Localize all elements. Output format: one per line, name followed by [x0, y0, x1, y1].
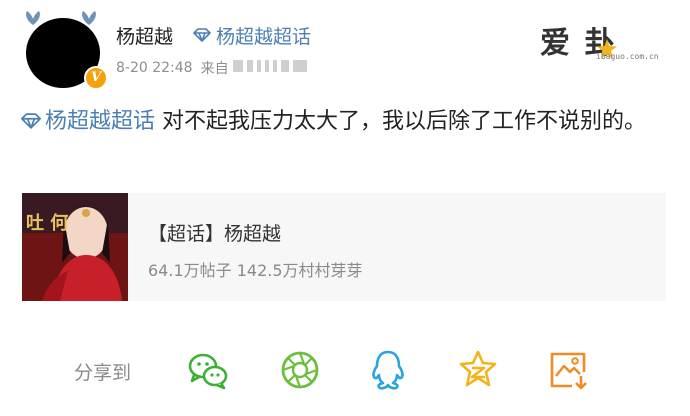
diamond-icon — [21, 113, 41, 129]
post-body: 杨超越超话 对不起我压力太大了，我以后除了工作不说别的。 — [20, 103, 670, 141]
post-meta: 8-20 22:48 来自 — [116, 58, 307, 78]
watermark-logo: 爱 卦 ibaguo.com.cn — [540, 18, 680, 70]
card-title: 【超话】杨超越 — [148, 223, 282, 245]
drama-poster-image: 吐 何 — [22, 193, 128, 301]
card-stats: 64.1万帖子 142.5万村村芽芽 — [148, 261, 363, 280]
avatar-container[interactable]: V — [18, 10, 108, 90]
timestamp: 8-20 22:48 — [116, 60, 193, 76]
super-topic-label: 杨超越超话 — [216, 25, 312, 48]
save-image-icon[interactable] — [546, 348, 590, 392]
moments-icon[interactable] — [278, 348, 322, 392]
source-prefix: 来自 — [200, 61, 229, 77]
source-redacted — [229, 60, 307, 76]
username[interactable]: 杨超越 — [116, 22, 173, 49]
verified-badge-icon: V — [84, 66, 108, 90]
qzone-icon[interactable] — [456, 348, 500, 392]
post-header: 杨超越 杨超越超话 — [116, 20, 311, 50]
super-topic-card[interactable]: 吐 何 【超话】杨超越 64.1万帖子 142.5万村村芽芽 — [22, 193, 666, 301]
qq-icon[interactable] — [366, 348, 410, 392]
poster-title: 吐 何 — [26, 212, 68, 234]
post-topic-tag-label: 杨超越超话 — [45, 109, 156, 134]
post-text: 对不起我压力太大了，我以后除了工作不说别的。 — [155, 109, 647, 134]
ear-ornament-left-icon — [26, 11, 40, 25]
diamond-icon — [193, 28, 211, 42]
wechat-icon[interactable] — [186, 348, 230, 392]
watermark-url: ibaguo.com.cn — [596, 52, 659, 61]
super-topic-link[interactable]: 杨超越超话 — [193, 22, 311, 49]
share-label: 分享到 — [74, 362, 132, 384]
post-topic-tag[interactable]: 杨超越超话 — [20, 109, 155, 134]
card-cover-image: 吐 何 — [22, 193, 128, 301]
